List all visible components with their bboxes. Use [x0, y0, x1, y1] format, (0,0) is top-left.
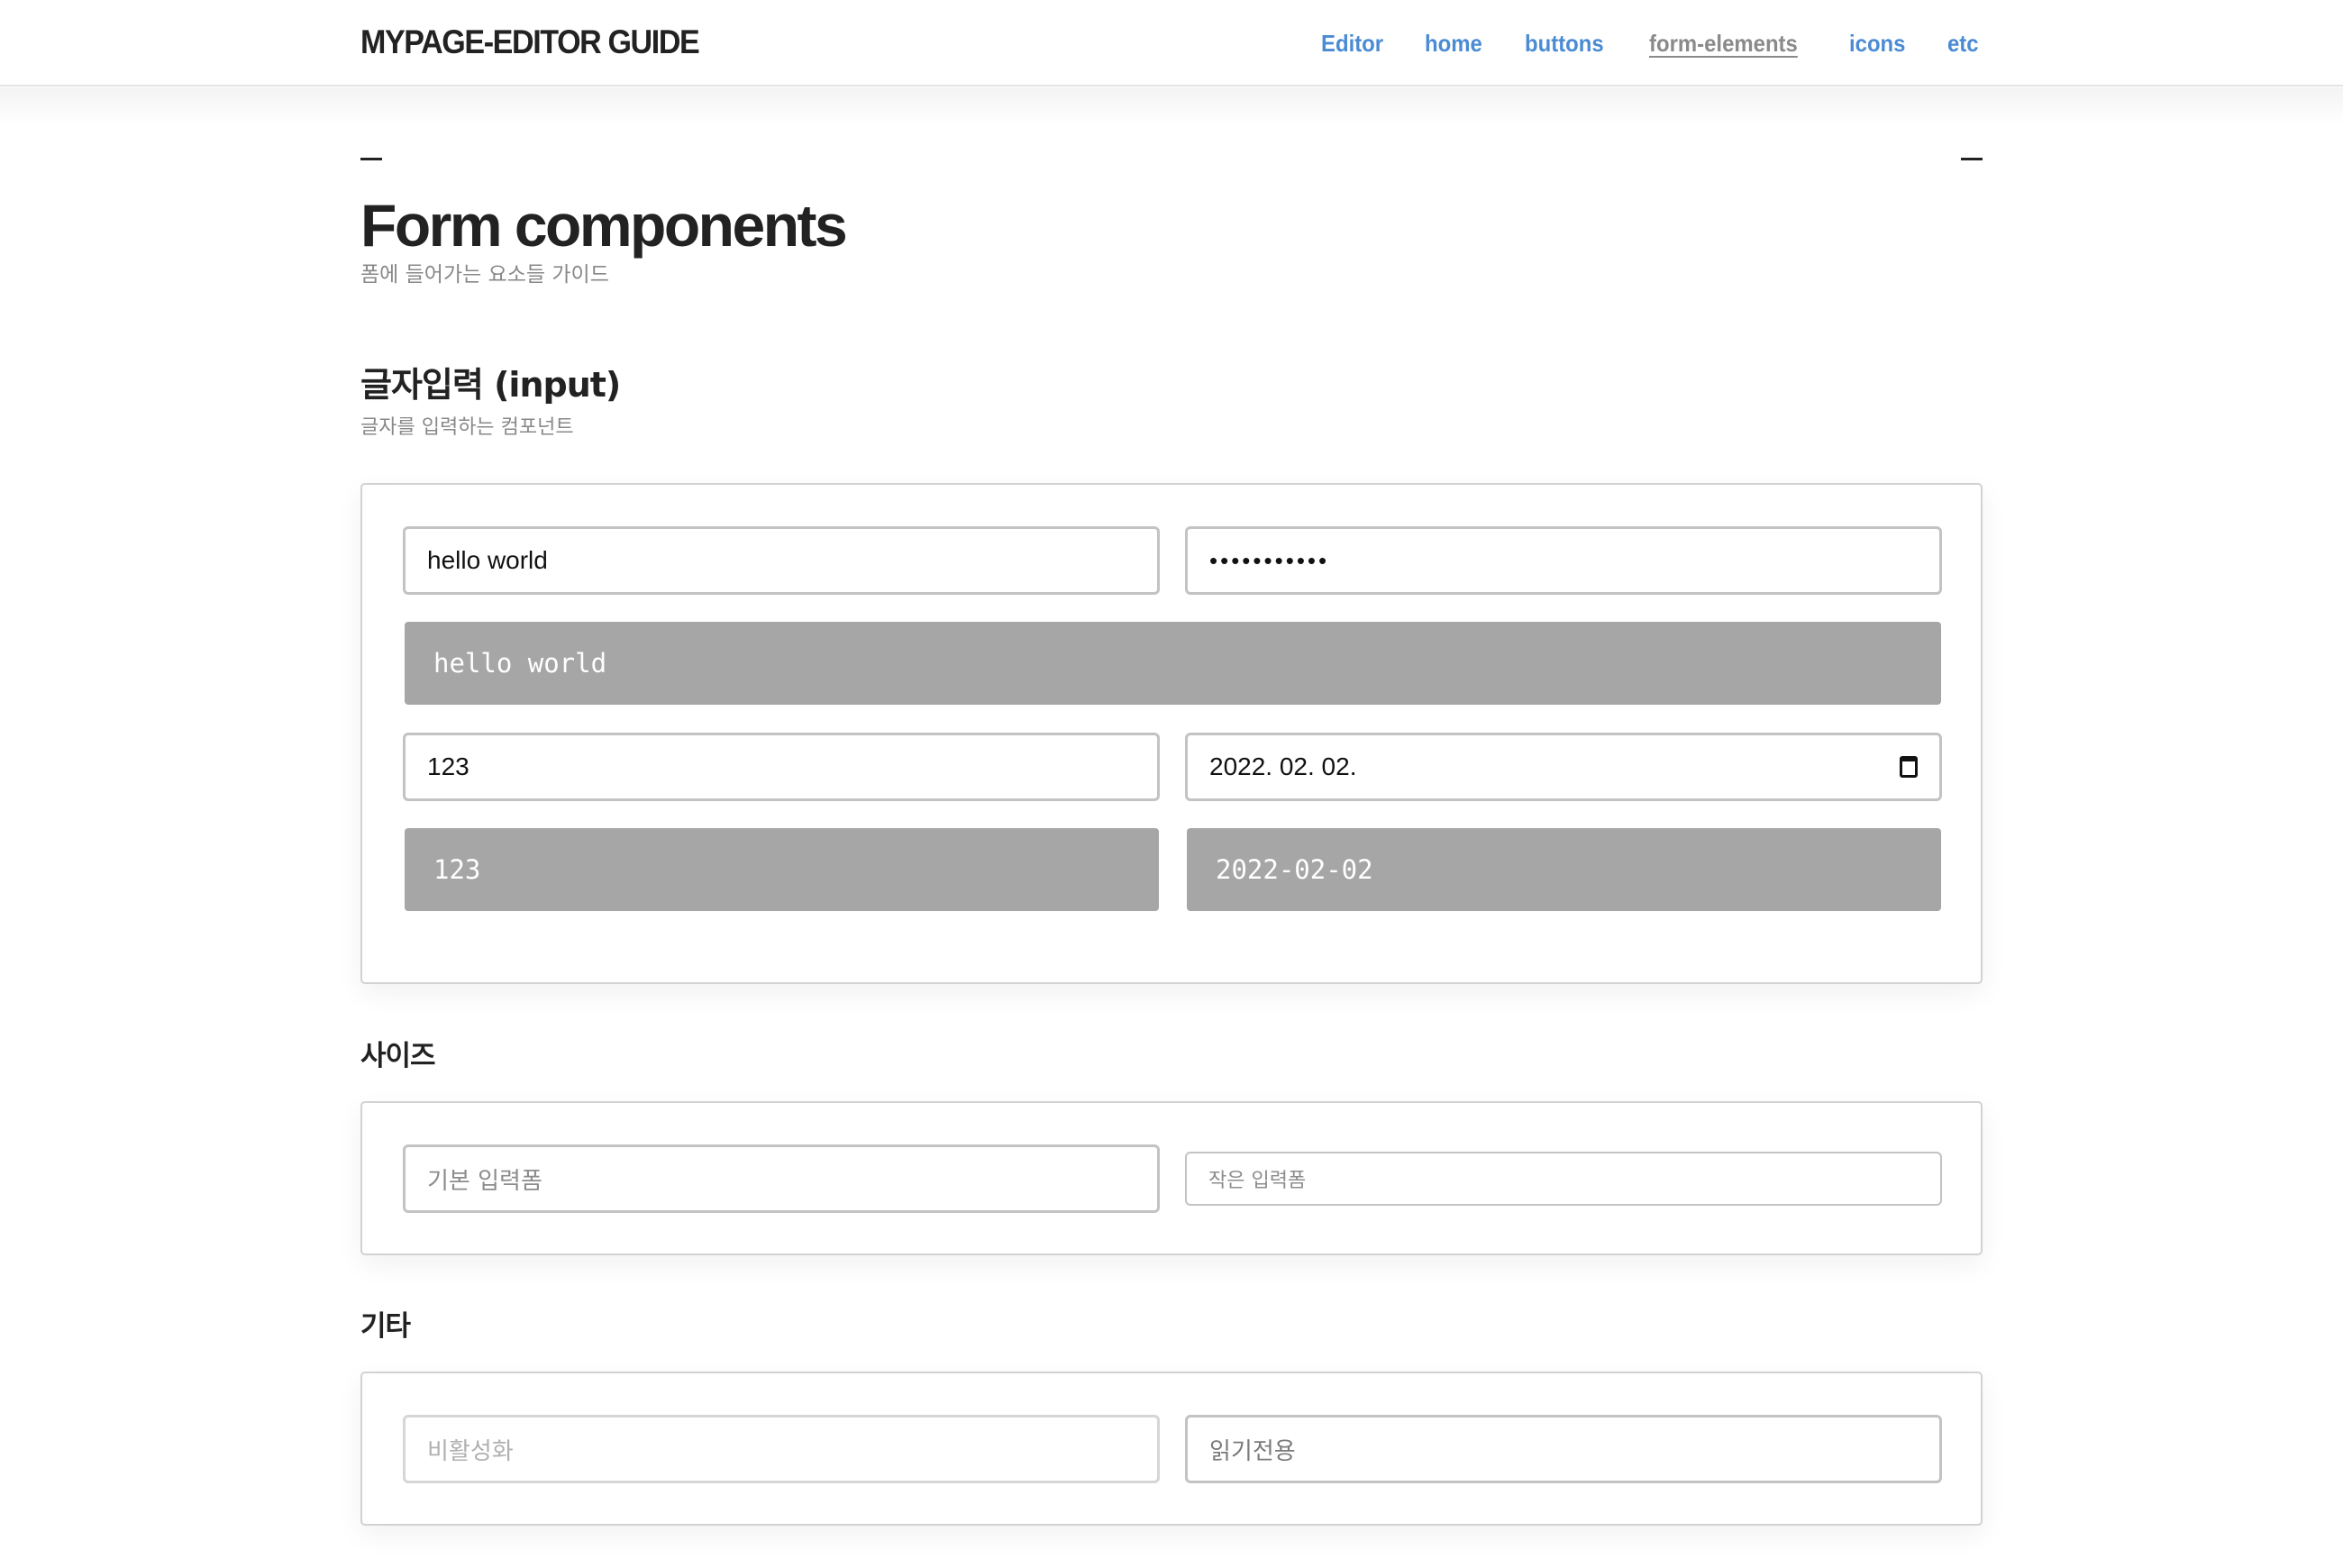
disabled-input: 비활성화	[403, 1415, 1160, 1483]
nav-link-etc[interactable]: etc	[1947, 27, 1979, 59]
nav-link-editor[interactable]: Editor	[1321, 27, 1383, 59]
readonly-input[interactable]: 읽기전용	[1185, 1415, 1942, 1483]
section-subtitle-input: 글자를 입력하는 컴포넌트	[360, 416, 574, 439]
top-header: MYPAGE-EDITOR GUIDE Editor home buttons …	[0, 0, 2343, 87]
nav-link-form-elements[interactable]: form-elements	[1649, 27, 1798, 59]
nav-link-buttons[interactable]: buttons	[1525, 27, 1604, 59]
date-output-display: 2022-02-02	[1187, 828, 1941, 911]
default-size-input[interactable]: 기본 입력폼	[403, 1144, 1160, 1213]
size-demo-card: 기본 입력폼 작은 입력폼	[360, 1101, 1983, 1255]
section-title-size: 사이즈	[360, 1040, 436, 1072]
section-title-etc: 기타	[360, 1310, 411, 1343]
right-dash-decoration	[1961, 158, 1983, 160]
header-shadow	[0, 87, 2343, 123]
date-input-value: 2022. 02. 02.	[1209, 752, 1357, 780]
date-input[interactable]: 2022. 02. 02.	[1185, 733, 1942, 801]
number-input[interactable]: 123	[403, 733, 1160, 801]
calendar-icon[interactable]	[1900, 756, 1918, 778]
nav-link-icons[interactable]: icons	[1849, 27, 1905, 59]
site-logo[interactable]: MYPAGE-EDITOR GUIDE	[360, 22, 700, 63]
text-input[interactable]: hello world	[403, 526, 1160, 595]
left-dash-decoration	[360, 158, 382, 160]
section-title-input: 글자입력 (input)	[360, 365, 621, 405]
number-output-display: 123	[405, 828, 1159, 911]
small-size-input[interactable]: 작은 입력폼	[1185, 1152, 1942, 1206]
page-title: Form components	[360, 192, 848, 259]
text-output-display: hello world	[405, 622, 1941, 705]
password-input[interactable]: •••••••••••	[1185, 526, 1942, 595]
nav-link-home[interactable]: home	[1425, 27, 1482, 59]
input-demo-card: hello world ••••••••••• hello world 123 …	[360, 483, 1983, 984]
page-subtitle: 폼에 들어가는 요소들 가이드	[360, 263, 609, 287]
etc-demo-card: 비활성화 읽기전용	[360, 1372, 1983, 1526]
